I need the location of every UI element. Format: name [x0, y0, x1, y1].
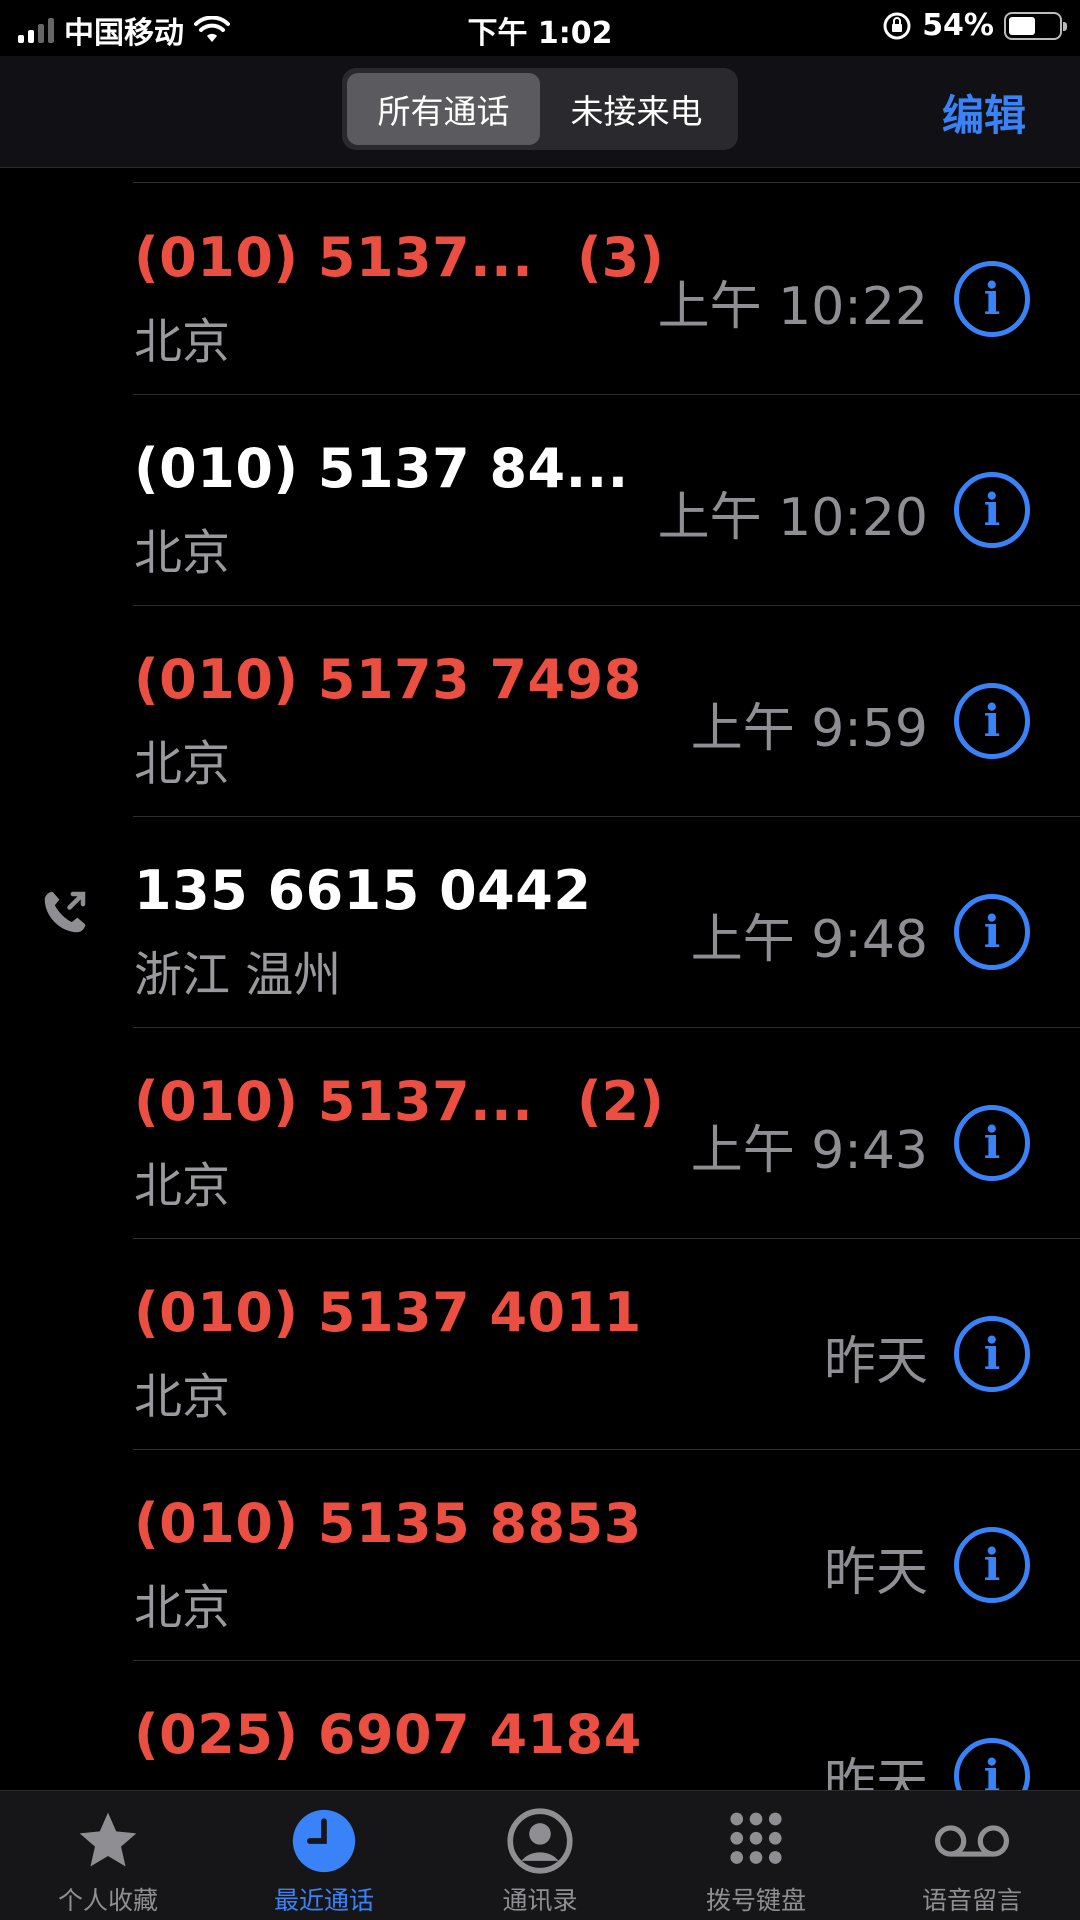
tab-label: 语音留言: [921, 1886, 1022, 1915]
carrier-label: 中国移动: [64, 16, 184, 51]
info-icon[interactable]: i: [954, 261, 1030, 337]
navigation-header: 所有通话 未接来电 编辑: [0, 56, 1080, 168]
tab-contacts[interactable]: 通讯录: [432, 1791, 648, 1920]
call-time: 上午 9:59: [690, 699, 928, 759]
signal-icon: [18, 17, 54, 43]
call-row[interactable]: (010) 5137... (2) 北京 上午 9:43 i: [0, 1028, 1080, 1239]
call-time: 上午 9:48: [690, 910, 928, 970]
tab-recents[interactable]: 最近通话: [216, 1791, 432, 1920]
caller-number: (010) 5137 4011: [134, 1281, 642, 1344]
info-icon[interactable]: i: [954, 1105, 1030, 1181]
caller-number: (025) 6907 4184: [134, 1703, 642, 1766]
caller-location: 北京: [134, 525, 231, 581]
call-row[interactable]: (010) 5173 7498 北京 上午 9:59 i: [0, 606, 1080, 817]
caller-number: (010) 5137 84...: [134, 437, 629, 500]
caller-location: 北京: [134, 1158, 231, 1214]
clock-icon: [285, 1805, 363, 1877]
call-time: 昨天: [823, 1543, 928, 1603]
contact-icon: [501, 1805, 579, 1877]
caller-location: 江苏 南京: [134, 1779, 341, 1790]
tab-label: 个人收藏: [57, 1886, 158, 1915]
call-time: 上午 10:22: [657, 277, 928, 337]
segment-all-calls[interactable]: 所有通话: [347, 73, 540, 145]
call-time: 上午 10:20: [657, 488, 928, 548]
call-row[interactable]: (010) 5135 8853 北京 昨天 i: [0, 1450, 1080, 1661]
tab-favorites[interactable]: 个人收藏: [0, 1791, 216, 1920]
caller-number: (010) 5137...: [134, 226, 534, 289]
call-time: 上午 9:43: [690, 1121, 928, 1181]
battery-percent: 54%: [922, 8, 994, 43]
call-row[interactable]: (025) 6907 4184 江苏 南京 昨天 i: [0, 1661, 1080, 1790]
call-count: (2): [577, 1070, 664, 1133]
tab-label: 通讯录: [502, 1886, 578, 1915]
info-icon[interactable]: i: [954, 1527, 1030, 1603]
tab-label: 拨号键盘: [705, 1886, 806, 1915]
segment-missed-calls[interactable]: 未接来电: [540, 73, 733, 145]
call-time: 昨天: [823, 1754, 928, 1790]
wifi-icon: [194, 16, 230, 42]
tab-bar: 个人收藏 最近通话 通讯录 拨号键盘 语音留言: [0, 1790, 1080, 1920]
status-right: 54%: [882, 8, 1067, 43]
status-left: 中国移动: [18, 8, 230, 52]
tab-keypad[interactable]: 拨号键盘: [648, 1791, 864, 1920]
tab-label: 最近通话: [273, 1886, 374, 1915]
call-row[interactable]: (010) 5137 84... 北京 上午 10:20 i: [0, 395, 1080, 606]
info-icon[interactable]: i: [954, 894, 1030, 970]
call-count: (3): [577, 226, 664, 289]
caller-number: (010) 5135 8853: [134, 1492, 642, 1555]
info-icon[interactable]: i: [954, 472, 1030, 548]
keypad-icon: [717, 1805, 795, 1877]
call-row[interactable]: (010) 5137 4011 北京 昨天 i: [0, 1239, 1080, 1450]
caller-number: (010) 5173 7498: [134, 648, 642, 711]
edit-button[interactable]: 编辑: [942, 82, 1026, 143]
recents-list[interactable]: (010) 5137... (3) 北京 上午 10:22 i (010) 5137 84…: [0, 168, 1080, 1790]
caller-location: 北京: [134, 1580, 231, 1636]
caller-number: (010) 5137...: [134, 1070, 534, 1133]
info-icon[interactable]: i: [954, 1738, 1030, 1790]
info-icon[interactable]: i: [954, 1316, 1030, 1392]
caller-location: 浙江 温州: [134, 947, 342, 1003]
outgoing-call-icon: [38, 885, 92, 939]
call-time: 昨天: [823, 1332, 928, 1392]
star-icon: [69, 1805, 147, 1877]
caller-number: 135 6615 0442: [134, 859, 592, 922]
caller-location: 北京: [134, 314, 231, 370]
info-icon[interactable]: i: [954, 683, 1030, 759]
segmented-control: 所有通话 未接来电: [342, 68, 738, 150]
tab-voicemail[interactable]: 语音留言: [864, 1791, 1080, 1920]
call-row[interactable]: (010) 5137... (3) 北京 上午 10:22 i: [0, 184, 1080, 395]
battery-icon: [1004, 11, 1067, 40]
caller-location: 北京: [134, 736, 231, 792]
status-bar: 中国移动 下午 1:02 54%: [0, 0, 1080, 56]
caller-location: 北京: [134, 1369, 231, 1425]
call-row[interactable]: 135 6615 0442 浙江 温州 上午 9:48 i: [0, 817, 1080, 1028]
divider: [133, 182, 1080, 183]
rotation-lock-icon: [883, 12, 911, 39]
voicemail-icon: [933, 1805, 1011, 1877]
